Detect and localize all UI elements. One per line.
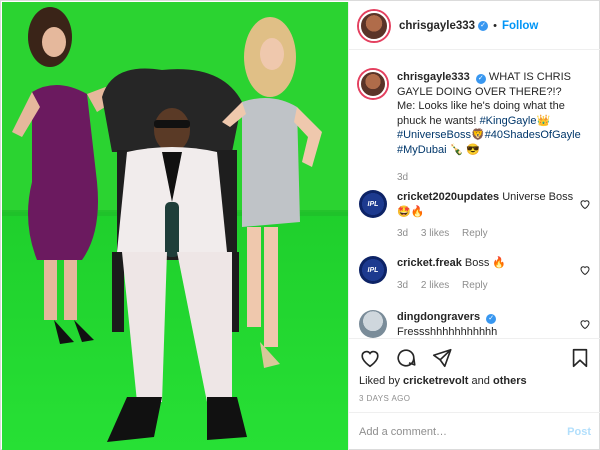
caption-verified-badge-icon: ✓: [475, 74, 486, 84]
likes-summary: Liked by cricketrevolt and others: [359, 375, 527, 387]
hashtag-universeboss[interactable]: #UniverseBoss: [397, 129, 471, 141]
comment-likes[interactable]: 2 likes: [421, 280, 449, 291]
heart-icon[interactable]: [579, 198, 591, 210]
sunglasses-emoji: 😎: [466, 143, 481, 156]
liked-by-user[interactable]: cricketrevolt: [403, 375, 468, 387]
right-woman-dress: [242, 98, 300, 227]
add-comment-bar: Post: [349, 412, 600, 450]
bottle: [165, 202, 179, 257]
hashtag-mydubai[interactable]: #MyDubai: [397, 144, 447, 156]
bookmark-icon[interactable]: [569, 347, 591, 369]
comment-item: IPL cricket.freak Boss 🔥 3d 2 likes Repl…: [359, 256, 595, 293]
comment-item: IPL cricket2020updates Universe Boss 🤩🔥 …: [359, 190, 595, 242]
hashtag-kinggayle[interactable]: #KingGayle: [480, 115, 537, 127]
share-paper-plane-icon[interactable]: [431, 347, 453, 369]
add-comment-input[interactable]: [359, 425, 568, 438]
bottle-emoji: 🍾: [449, 143, 464, 156]
comment-reply-button[interactable]: Reply: [462, 228, 488, 239]
post-caption: chrisgayle333 ✓ WHAT IS CHRIS GAYLE DOIN…: [359, 70, 595, 186]
lion-emoji: 🦁: [470, 129, 485, 141]
comment-verified-badge-icon: ✓: [486, 314, 497, 324]
caption-time[interactable]: 3d: [397, 171, 587, 186]
hashtag-40shadesofgayle[interactable]: #40ShadesOfGayle: [485, 129, 581, 141]
comment-username[interactable]: cricket2020updates: [397, 191, 499, 203]
posted-time[interactable]: 3 DAYS AGO: [359, 394, 410, 403]
instagram-post: chrisgayle333 ✓ • Follow chrisgayle333 ✓…: [0, 0, 600, 450]
post-photo[interactable]: [2, 2, 348, 450]
comment-time[interactable]: 3d: [397, 228, 408, 239]
author-avatar[interactable]: [359, 10, 389, 41]
likes-joiner: and: [471, 375, 490, 387]
caption-avatar[interactable]: [359, 70, 387, 98]
comment-time[interactable]: 3d: [397, 280, 408, 291]
comment-username[interactable]: cricket.freak: [397, 257, 462, 269]
post-comment-button[interactable]: Post: [567, 426, 591, 438]
like-heart-icon[interactable]: [359, 347, 381, 369]
photo-figures: [12, 7, 322, 442]
comment-avatar[interactable]: [359, 310, 387, 338]
left-woman-dress: [28, 84, 98, 260]
likes-others[interactable]: others: [493, 375, 527, 387]
author-username[interactable]: chrisgayle333: [399, 20, 475, 32]
verified-badge-icon: ✓: [478, 20, 489, 31]
comment-likes[interactable]: 3 likes: [421, 228, 449, 239]
comment-username[interactable]: dingdongravers: [397, 311, 480, 323]
comment-avatar[interactable]: IPL: [359, 190, 387, 218]
likes-prefix: Liked by: [359, 375, 400, 387]
header-separator: •: [493, 19, 497, 32]
comment-avatar[interactable]: IPL: [359, 256, 387, 284]
post-side-panel: chrisgayle333 ✓ • Follow chrisgayle333 ✓…: [348, 2, 600, 450]
crown-emoji: 👑: [536, 114, 551, 127]
post-header: chrisgayle333 ✓ • Follow: [349, 2, 600, 50]
comment-reply-button[interactable]: Reply: [462, 280, 488, 291]
comment-text: Boss 🔥: [464, 257, 507, 269]
heart-icon[interactable]: [579, 318, 591, 330]
follow-button[interactable]: Follow: [502, 20, 538, 32]
post-actions: Liked by cricketrevolt and others 3 DAYS…: [349, 338, 600, 412]
comment-text: Fressshhhhhhhhhhh: [397, 325, 498, 338]
comment-bubble-icon[interactable]: [395, 347, 417, 369]
comment-item: dingdongravers ✓ Fressshhhhhhhhhhh: [359, 310, 595, 338]
heart-icon[interactable]: [579, 264, 591, 276]
comments-section[interactable]: chrisgayle333 ✓ WHAT IS CHRIS GAYLE DOIN…: [349, 50, 600, 338]
caption-username[interactable]: chrisgayle333: [397, 71, 470, 83]
